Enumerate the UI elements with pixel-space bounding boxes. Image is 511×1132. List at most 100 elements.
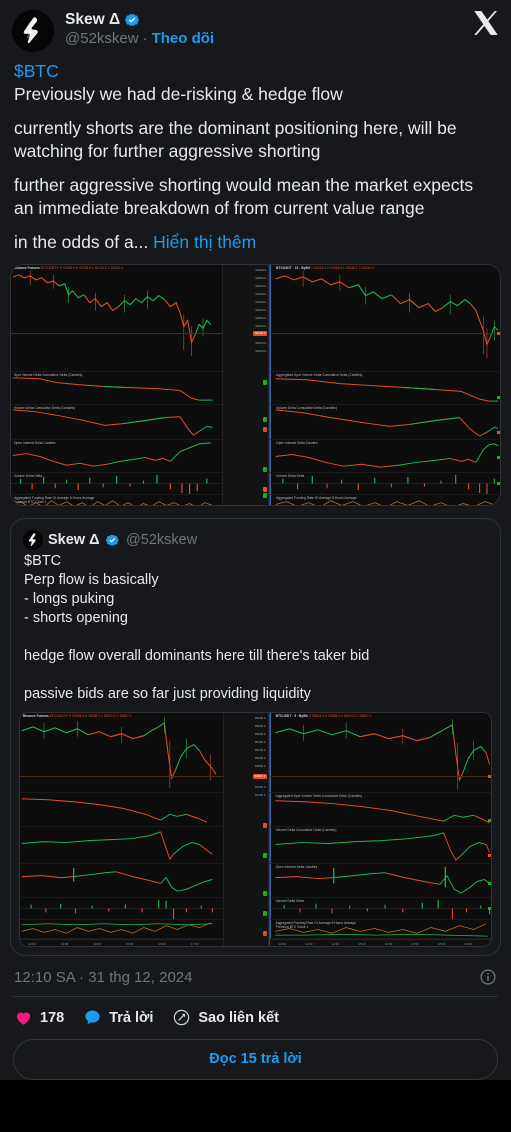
price-tick: 93600.0 xyxy=(255,284,267,288)
verified-badge-icon xyxy=(125,14,139,26)
price-tick: 94000.0 xyxy=(255,268,267,272)
author-display-name[interactable]: Skew Δ xyxy=(65,11,120,29)
tweet-line-4: in the odds of a... Hiển thị thêm xyxy=(14,231,497,254)
quoted-line-0: $BTC xyxy=(24,553,62,569)
chart2-right-subpanel-3-title: Open Interest Delta Candles xyxy=(275,865,318,869)
tradingview-screenshot-2: Binance Futures BTCUSDT.P O 95266.0 H 95… xyxy=(20,713,491,946)
price-tick: 94600.0 xyxy=(254,785,266,789)
timestamp-row: 12:10 SA · 31 thg 12, 2024 xyxy=(0,956,511,996)
price-tick: 95200.0 xyxy=(254,748,266,752)
chart2-right-subpanel-3: Open Interest Delta Candles xyxy=(269,864,491,898)
chart2-right-subpanel-2-title: Volume Delta Cumulative Delta (Candles) xyxy=(275,828,337,832)
current-price-tag: 94567.1 xyxy=(252,774,267,779)
reply-action[interactable]: Trả lời xyxy=(83,1008,153,1027)
chart2-left-subpanel-3 xyxy=(20,864,224,898)
price-tick: 95800.0 xyxy=(254,724,266,728)
quoted-line-4: hedge flow overall dominants here till t… xyxy=(24,648,370,664)
chart2-right-subpanel-2: Volume Delta Cumulative Delta (Candles) xyxy=(269,827,491,864)
quoted-line-3: - shorts opening xyxy=(24,610,128,626)
time-tick: 18:00 xyxy=(437,942,446,946)
tweet-line-cashtag: $BTC xyxy=(14,60,497,83)
chart2-right-subpanel-5: Aggregated Funding Rate OI Average 8 Hou… xyxy=(269,920,491,939)
quoted-line-2: - longs puking xyxy=(24,591,115,607)
chart1-right-subpanel-4-title: Volume Delta Delta xyxy=(276,474,305,478)
price-tick: 94800.0 xyxy=(254,764,266,768)
chart2-left-pane: Binance Futures BTCUSDT.P O 95266.0 H 95… xyxy=(20,713,224,946)
quoted-tweet-header: Skew Δ @52kskew xyxy=(11,519,500,550)
chart1-right-subpanel-3: Open Interest Delta Candles xyxy=(270,440,500,473)
link-icon[interactable] xyxy=(172,1008,191,1027)
chart2-right-subpanel-4-title: Volume Delta Delta xyxy=(275,899,304,903)
tweet-line-3: further aggressive shorting would mean t… xyxy=(14,175,474,218)
quoted-line-5: passive bids are so far just providing l… xyxy=(24,686,311,702)
chart1-right-subpanel-4: Volume Delta Delta xyxy=(270,473,500,495)
copy-link-action[interactable]: Sao liên kết xyxy=(172,1008,279,1027)
like-action[interactable]: 178 xyxy=(14,1008,64,1027)
chart1-left-subpanel-3: Open Interest Delta Candles xyxy=(11,440,223,473)
chart2-right-subpanel-1-title: Aggregated Spot Volume Delta Cumulative … xyxy=(275,794,363,798)
chart2-right-subpanel-1: Aggregated Spot Volume Delta Cumulative … xyxy=(269,793,491,827)
price-tick: 93000.0 xyxy=(255,308,267,312)
action-bar: 178 Trả lời Sao liên kết xyxy=(0,997,511,1037)
tweet-line-spacer-1 xyxy=(14,106,497,117)
quoted-avatar[interactable] xyxy=(23,530,43,550)
chart-image-2[interactable]: Binance Futures BTCUSDT.P O 95266.0 H 95… xyxy=(19,712,492,947)
chart2-left-subpanel-4 xyxy=(20,898,224,920)
chart1-left-subpanel-5: Aggregated Funding Rate OI Average 8 Hou… xyxy=(11,495,222,505)
author-handle[interactable]: @52kskew xyxy=(65,30,139,48)
show-more-link[interactable]: Hiển thị thêm xyxy=(153,232,256,252)
reply-bubble-icon[interactable] xyxy=(83,1008,102,1027)
quoted-line-spacer-2 xyxy=(24,666,487,685)
price-tick: 95600.0 xyxy=(254,732,266,736)
chart1-right-subpanel-1-title: Aggregated Spot Volume Delta Cumulative … xyxy=(276,373,363,377)
info-circle-icon[interactable] xyxy=(479,968,497,986)
chart2-left-subpanel-2 xyxy=(20,827,224,864)
time-tick: 12:00 xyxy=(28,942,36,946)
chart1-right-subpanel-1: Aggregated Spot Volume Delta Cumulative … xyxy=(270,372,500,405)
heart-icon[interactable] xyxy=(14,1008,33,1027)
price-tick: 92400.0 xyxy=(255,341,267,345)
chart1-right-subpanel-2: Volume Delta Cumulative Delta (Candles) xyxy=(270,405,500,440)
chart2-left-subpanel-5 xyxy=(20,920,224,939)
price-tick: 93800.0 xyxy=(255,276,267,280)
follow-button[interactable]: Theo dõi xyxy=(152,30,215,48)
show-replies-button[interactable]: Đọc 15 trả lời xyxy=(13,1039,498,1080)
time-tick: 13:00 xyxy=(60,942,69,946)
price-tick: 92600.0 xyxy=(255,324,267,328)
chart1-left-pane: Binance Futures BTCUSDT.P O 93286.5 H 93… xyxy=(11,265,223,505)
chart1-left-subpanel-6-title: Premium BTC Close 1 xyxy=(14,500,47,504)
cashtag-btc[interactable]: $BTC xyxy=(14,61,59,81)
chart1-right-pane-title: BTCUSDT · 15 · ByBit O 93236.2 H 93384.6… xyxy=(276,266,374,270)
like-count: 178 xyxy=(40,1009,65,1026)
chart1-right-pane: BTCUSDT · 15 · ByBit O 93236.2 H 93384.6… xyxy=(269,265,500,505)
copy-link-label: Sao liên kết xyxy=(198,1009,279,1026)
quoted-tweet-body: $BTC Perp flow is basically - longs puki… xyxy=(11,550,500,704)
quoted-author-handle[interactable]: @52kskew xyxy=(126,532,197,548)
quoted-line-1: Perp flow is basically xyxy=(24,572,159,588)
time-tick: 19:00 xyxy=(464,942,472,946)
chart-image-1[interactable]: Binance Futures BTCUSDT.P O 93286.5 H 93… xyxy=(10,264,501,506)
time-tick: 15:00 xyxy=(358,942,366,946)
tweet-header: Skew Δ @52kskew · Theo dõi xyxy=(0,0,511,58)
chart2-right-subpanel-4: Volume Delta Delta xyxy=(269,898,491,920)
author-handle-row: @52kskew · Theo dõi xyxy=(65,30,214,48)
tweet-truncated-tail: in the odds of a... xyxy=(14,232,149,252)
chart1-left-subpanel-1-title: Spot Volume Delta Cumulative Delta (Cand… xyxy=(14,373,83,377)
tweet-line-spacer-3 xyxy=(14,220,497,231)
price-tick: 95000.0 xyxy=(254,756,266,760)
time-tick: 14:00 xyxy=(93,942,101,946)
chart2-right-time-axis: 12:00 13:00 14:00 15:00 16:00 17:00 18:0… xyxy=(269,939,491,946)
quoted-author-name[interactable]: Skew Δ xyxy=(48,532,100,548)
chart2-left-time-axis: 12:00 13:00 14:00 15:00 16:00 17:00 xyxy=(20,939,224,946)
quoted-tweet[interactable]: Skew Δ @52kskew $BTC Perp flow is basica… xyxy=(10,518,501,956)
x-logo-icon[interactable] xyxy=(473,10,499,36)
chart2-left-price-panel: Binance Futures BTCUSDT.P O 95266.0 H 95… xyxy=(20,713,224,793)
chart1-right-subpanel-2-title: Volume Delta Cumulative Delta (Candles) xyxy=(276,406,337,410)
chart2-right-pane: BTCUSDT · 5 · ByBit O 95264.3 H 95268.3 … xyxy=(268,713,491,946)
avatar[interactable] xyxy=(12,10,54,52)
time-tick: 16:00 xyxy=(384,942,393,946)
chart2-left-subpanel-1 xyxy=(20,793,224,827)
chart1-left-subpanel-4: Volume Delta Delta xyxy=(11,473,223,495)
chart1-left-subpanel-3-title: Open Interest Delta Candles xyxy=(14,441,56,445)
tweet-card: Skew Δ @52kskew · Theo dõi $BTC Previous… xyxy=(0,0,511,1080)
